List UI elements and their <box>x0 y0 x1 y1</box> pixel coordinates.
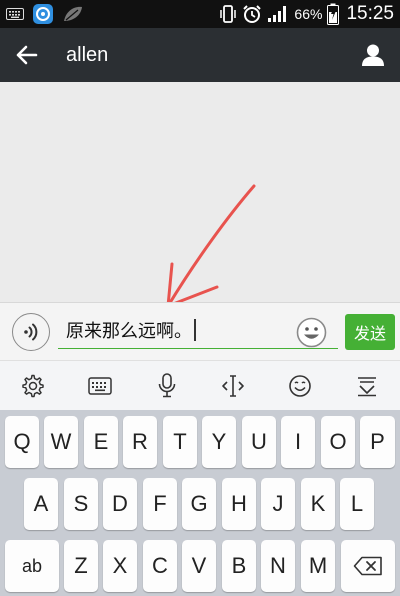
key-y[interactable]: Y <box>202 416 236 468</box>
keyboard-settings-button[interactable] <box>13 366 53 406</box>
key-shift-case[interactable]: ab <box>5 540 59 592</box>
key-d[interactable]: D <box>103 478 137 530</box>
key-m[interactable]: M <box>301 540 335 592</box>
app-notification-icon <box>32 3 54 25</box>
key-t[interactable]: T <box>163 416 197 468</box>
key-l[interactable]: L <box>340 478 374 530</box>
annotation-arrow <box>166 184 256 308</box>
key-n[interactable]: N <box>261 540 295 592</box>
microphone-icon <box>158 372 175 397</box>
key-o[interactable]: O <box>321 416 355 468</box>
soft-keyboard: Q W E R T Y U I O P A S D F G H J K L ab… <box>0 410 400 596</box>
gear-icon <box>22 374 45 397</box>
key-backspace[interactable] <box>341 540 395 592</box>
key-p[interactable]: P <box>360 416 395 468</box>
signal-strength-icon <box>267 5 289 23</box>
key-x[interactable]: X <box>103 540 137 592</box>
send-button[interactable]: 发送 <box>345 314 395 350</box>
key-g[interactable]: G <box>182 478 216 530</box>
key-j[interactable]: J <box>261 478 295 530</box>
key-u[interactable]: U <box>242 416 276 468</box>
key-z[interactable]: Z <box>64 540 98 592</box>
battery-percent: 66% <box>294 6 323 22</box>
keyboard-row-3: ab Z X C V B N M <box>0 540 400 592</box>
chat-screen: 66% 15:25 allen 原来那么远啊。 发送 Q W E R T Y U… <box>0 0 400 596</box>
emoji-keyboard-button[interactable] <box>280 366 320 406</box>
key-c[interactable]: C <box>143 540 177 592</box>
message-input-text: 原来那么远啊。 <box>66 320 192 342</box>
key-k[interactable]: K <box>301 478 335 530</box>
voice-waves-icon <box>24 323 38 341</box>
key-b[interactable]: B <box>222 540 256 592</box>
battery-charging-icon <box>327 3 340 25</box>
alarm-icon <box>242 4 262 24</box>
emoji-icon <box>289 374 311 397</box>
key-w[interactable]: W <box>44 416 78 468</box>
keyboard-toolbar <box>0 360 400 410</box>
text-cursor-icon <box>222 374 245 397</box>
keyboard-layout-button[interactable] <box>80 366 120 406</box>
app-header: allen <box>0 28 400 82</box>
key-i[interactable]: I <box>281 416 315 468</box>
collapse-down-icon <box>357 376 376 396</box>
chat-title: allen <box>66 43 109 66</box>
cursor-move-button[interactable] <box>213 366 253 406</box>
emoji-button[interactable] <box>296 317 327 348</box>
message-input-bar: 原来那么远啊。 发送 <box>0 302 400 360</box>
hide-keyboard-button[interactable] <box>347 366 387 406</box>
keyboard-icon <box>88 376 112 395</box>
keyboard-row-1: Q W E R T Y U I O P <box>0 416 400 468</box>
voice-typing-button[interactable] <box>147 366 187 406</box>
status-bar: 66% 15:25 <box>0 0 400 28</box>
key-r[interactable]: R <box>123 416 157 468</box>
key-v[interactable]: V <box>182 540 216 592</box>
keyboard-row-2: A S D F G H J K L <box>0 478 400 530</box>
key-h[interactable]: H <box>222 478 256 530</box>
chat-info-button[interactable] <box>346 28 400 82</box>
back-button[interactable] <box>0 28 54 82</box>
vibrate-icon <box>219 4 237 24</box>
backspace-icon <box>353 556 382 576</box>
key-s[interactable]: S <box>64 478 98 530</box>
keyboard-notification-icon <box>6 8 24 20</box>
key-e[interactable]: E <box>84 416 118 468</box>
leaf-notification-icon <box>62 5 84 23</box>
key-q[interactable]: Q <box>5 416 39 468</box>
person-icon <box>362 44 384 66</box>
key-f[interactable]: F <box>143 478 177 530</box>
status-time: 15:25 <box>346 3 394 24</box>
voice-input-button[interactable] <box>12 313 50 351</box>
message-list[interactable] <box>0 82 400 308</box>
text-caret <box>194 318 196 341</box>
key-a[interactable]: A <box>24 478 58 530</box>
back-arrow-icon <box>16 45 38 65</box>
smiley-icon <box>296 317 327 348</box>
